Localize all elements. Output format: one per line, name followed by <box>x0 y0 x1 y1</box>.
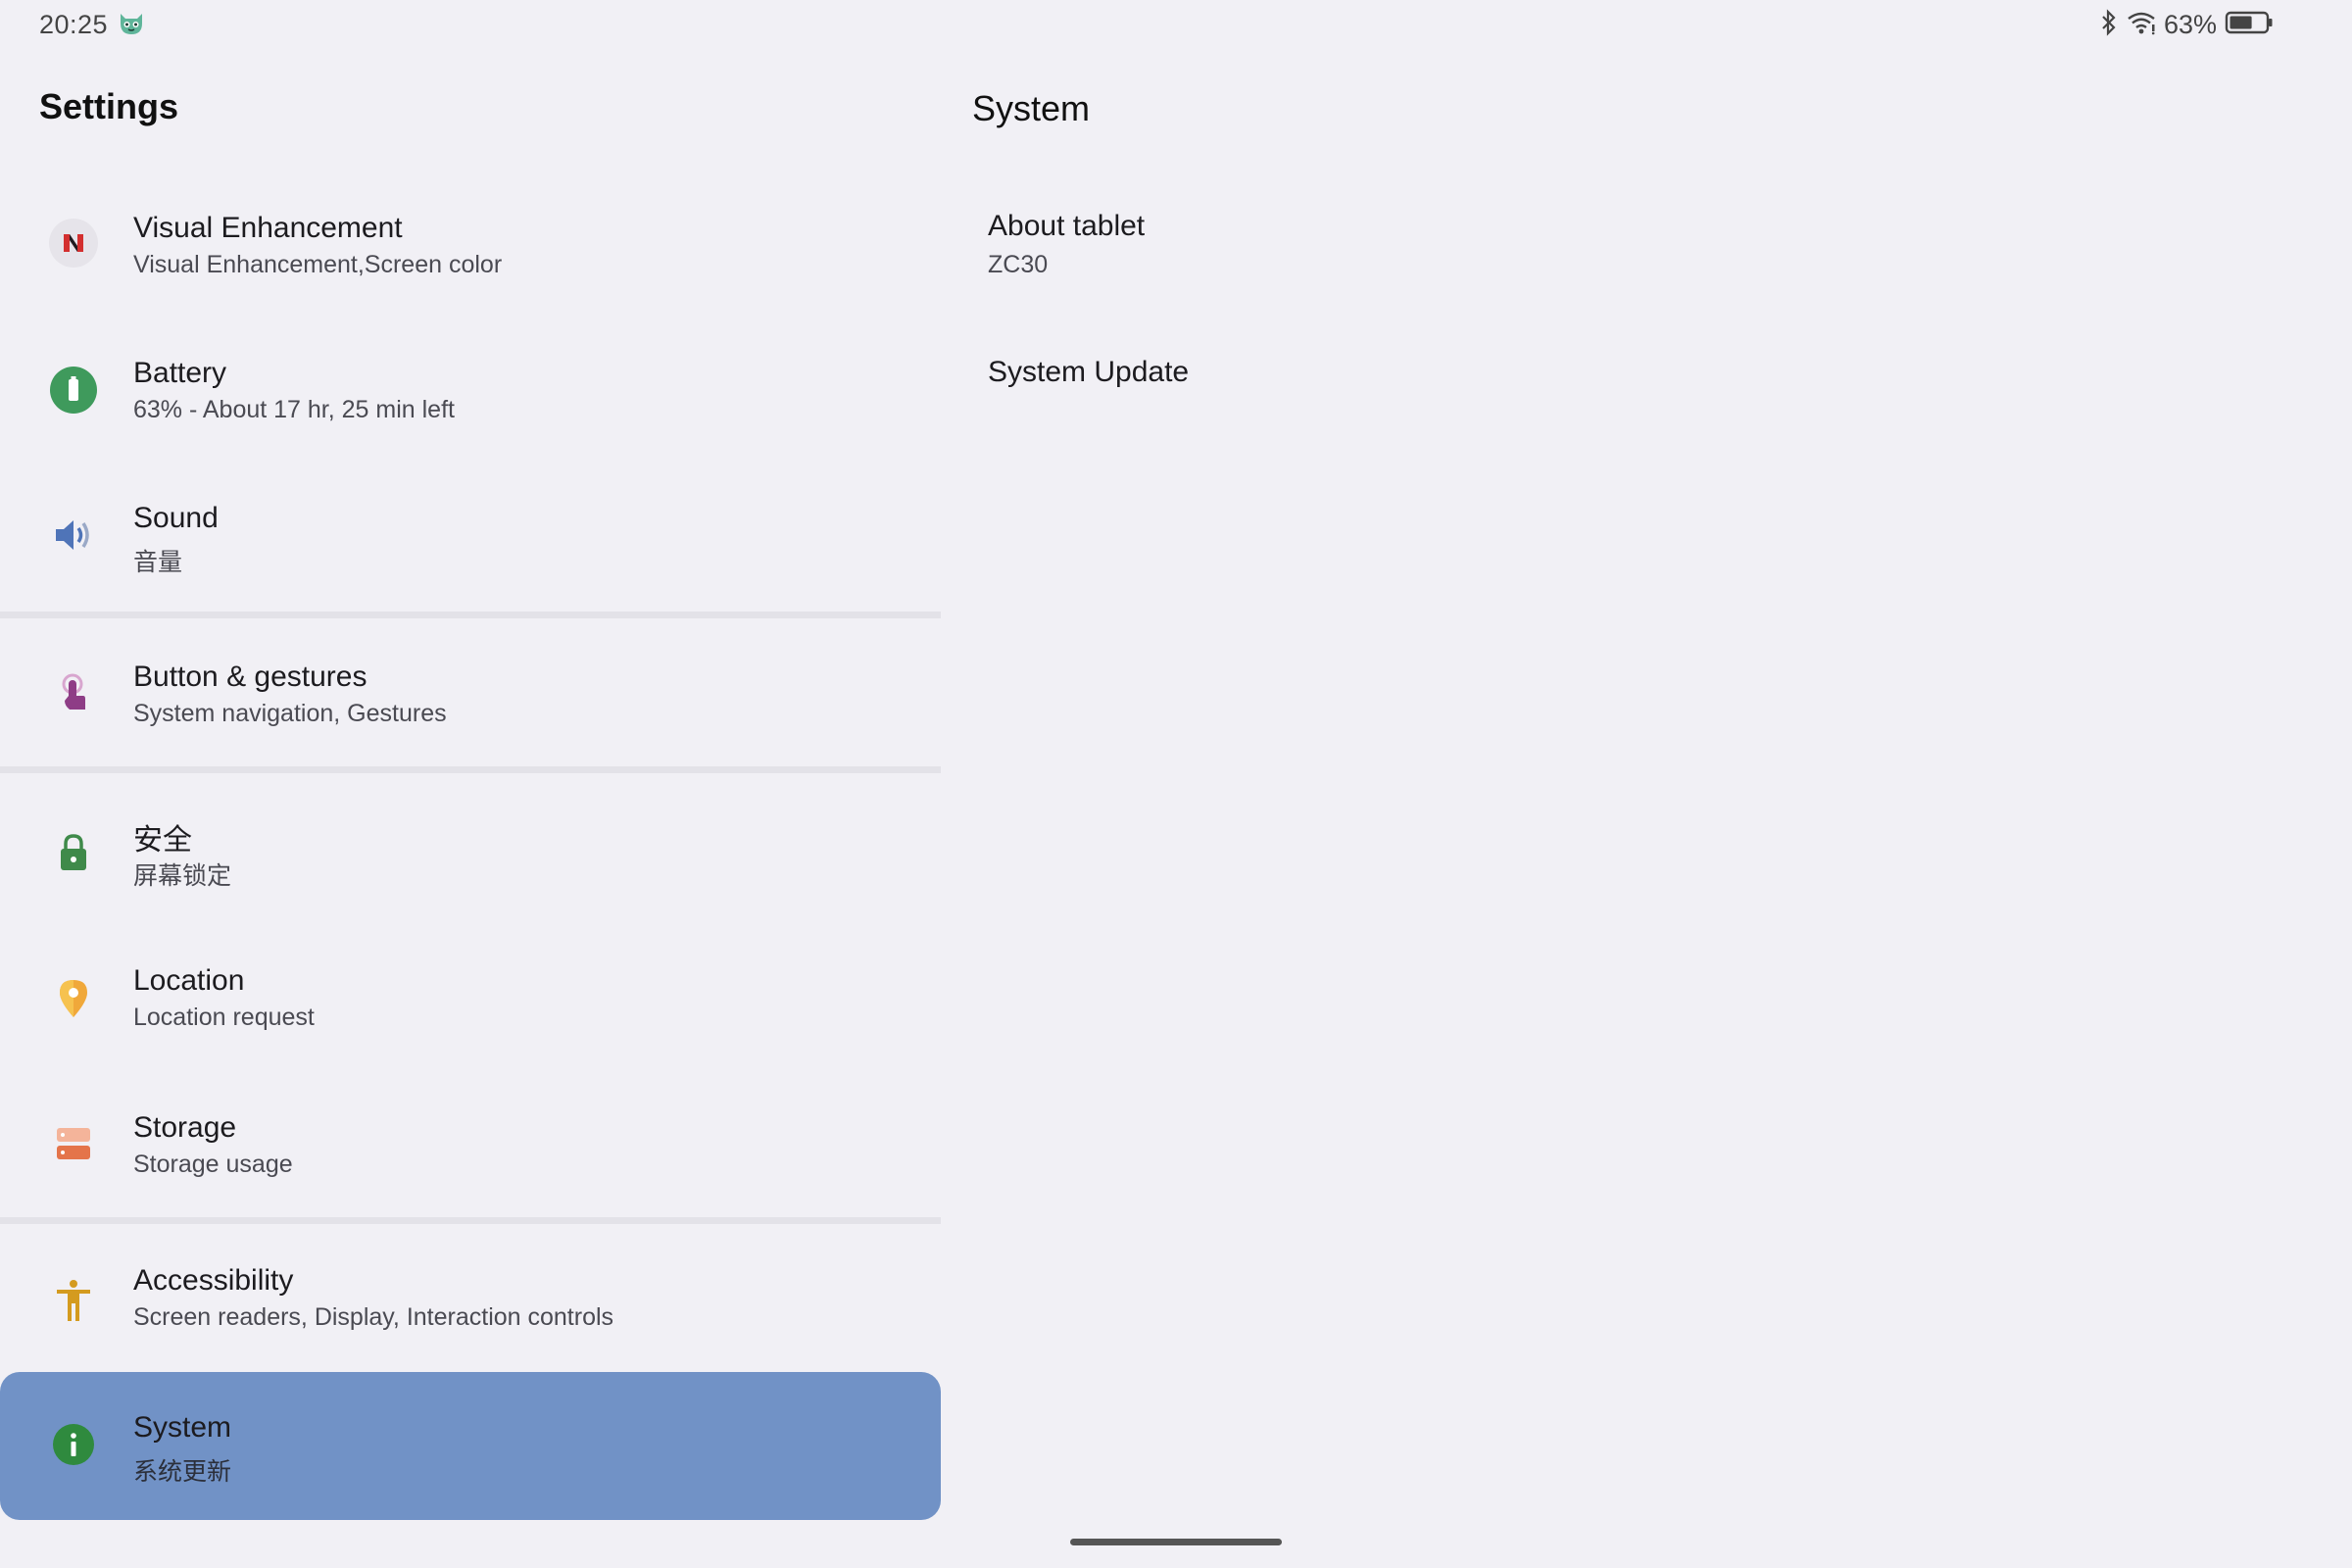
settings-item-title: Button & gestures <box>133 661 368 693</box>
storage-icon <box>48 1119 99 1170</box>
about-tablet-summary: ZC30 <box>988 251 1049 278</box>
accessibility-icon <box>48 1276 99 1327</box>
section-divider <box>0 1217 941 1224</box>
settings-item-accessibility[interactable]: Accessibility Screen readers, Display, I… <box>0 1249 941 1352</box>
settings-item-summary: 音量 <box>133 549 183 576</box>
settings-item-title: System <box>133 1411 232 1444</box>
system-update-item[interactable]: System Update <box>988 356 1189 389</box>
settings-item-battery[interactable]: Battery 63% - About 17 hr, 25 min left <box>0 339 941 443</box>
detail-pane: System About tablet ZC30 System Update <box>941 0 2352 1568</box>
settings-item-summary: Screen readers, Display, Interaction con… <box>133 1303 614 1331</box>
detail-title: System <box>972 88 1091 128</box>
settings-item-summary: 屏幕锁定 <box>133 862 232 890</box>
settings-item-storage[interactable]: Storage Storage usage <box>0 1096 941 1200</box>
section-divider <box>0 612 941 618</box>
settings-item-system[interactable]: System 系统更新 <box>0 1372 941 1520</box>
speaker-icon <box>48 510 99 561</box>
settings-item-visual-enhancement[interactable]: Visual Enhancement Visual Enhancement,Sc… <box>0 192 941 296</box>
section-divider <box>0 766 941 773</box>
settings-item-title: Location <box>133 964 245 997</box>
settings-item-title: Battery <box>133 357 227 389</box>
visual-enhancement-icon <box>48 218 99 269</box>
info-icon <box>48 1419 99 1470</box>
settings-item-summary: System navigation, Gestures <box>133 700 447 727</box>
settings-item-title: Accessibility <box>133 1264 294 1297</box>
settings-list-pane: Settings Visual Enhancement Visual Enhan… <box>0 0 941 1568</box>
settings-item-summary: Location request <box>133 1004 315 1031</box>
settings-item-summary: 系统更新 <box>133 1458 232 1486</box>
settings-item-title: 安全 <box>133 824 192 857</box>
settings-item-title: Sound <box>133 502 219 534</box>
touch-gesture-icon <box>48 668 99 719</box>
page-title: Settings <box>39 86 179 126</box>
gesture-nav-handle[interactable] <box>1070 1539 1282 1545</box>
location-pin-icon <box>48 972 99 1023</box>
settings-item-security[interactable]: 安全 屏幕锁定 <box>0 798 941 906</box>
system-update-title: System Update <box>988 356 1190 388</box>
lock-icon <box>48 827 99 878</box>
settings-item-location[interactable]: Location Location request <box>0 949 941 1053</box>
settings-item-title: Storage <box>133 1111 237 1144</box>
settings-item-summary: 63% - About 17 hr, 25 min left <box>133 396 455 423</box>
about-tablet-item[interactable]: About tablet ZC30 <box>988 210 1145 279</box>
settings-item-title: Visual Enhancement <box>133 212 403 244</box>
settings-item-summary: Visual Enhancement,Screen color <box>133 251 503 278</box>
about-tablet-title: About tablet <box>988 210 1146 242</box>
battery-icon <box>48 365 99 416</box>
settings-item-button-gestures[interactable]: Button & gestures System navigation, Ges… <box>0 643 941 747</box>
settings-item-sound[interactable]: Sound 音量 <box>0 486 941 590</box>
settings-item-summary: Storage usage <box>133 1151 293 1178</box>
